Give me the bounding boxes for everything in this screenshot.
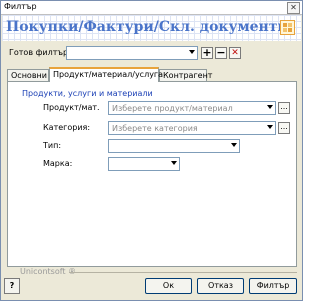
app-logo-icon [280,20,295,35]
brand-label: Марка: [43,159,73,168]
help-button[interactable]: ? [4,278,20,294]
chevron-down-icon [267,105,273,109]
cancel-button[interactable]: Отказ [197,278,244,294]
chevron-down-icon [189,50,195,54]
header-banner: Покупки/Фактури/Скл. документи [2,15,301,41]
tab-counterparty[interactable]: Контрагент [159,69,212,81]
product-select[interactable]: Изберете продукт/материал [108,101,276,115]
type-label: Тип: [43,141,62,150]
footer-divider [69,272,297,273]
category-select[interactable]: Изберете категория [108,121,276,135]
chevron-down-icon [231,143,237,147]
tab-basic[interactable]: Основни [7,69,49,81]
ready-filter-select[interactable] [66,46,198,60]
tab-strip: Основни Продукт/материал/услуга Контраге… [7,67,297,82]
remove-filter-button[interactable]: − [215,47,227,59]
brand-select[interactable] [108,157,180,171]
filter-button[interactable]: Филтър [249,278,297,294]
brand-text: Unicontsoft ® [20,267,77,276]
category-label: Категория: [43,123,91,132]
type-select[interactable] [108,139,240,153]
page-title: Покупки/Фактури/Скл. документи [6,19,288,35]
category-browse-button[interactable]: ... [278,122,290,134]
product-label: Продукт/мат. [43,103,100,112]
chevron-down-icon [267,125,273,129]
product-browse-button[interactable]: ... [278,102,290,114]
window-title: Филтър [4,2,37,11]
close-button[interactable]: ✕ [287,2,300,14]
clear-filter-button[interactable]: ✕ [229,47,241,59]
tab-panel: Продукти, услуги и материали Продукт/мат… [7,81,297,267]
ok-button[interactable]: Ок [145,278,192,294]
filter-dialog: Филтър ✕ Покупки/Фактури/Скл. документи … [0,0,303,301]
section-title: Продукти, услуги и материали [22,89,153,98]
chevron-down-icon [171,161,177,165]
tab-product-material-service[interactable]: Продукт/материал/услуга [49,67,163,82]
add-filter-button[interactable]: + [201,47,213,59]
title-bar: Филтър ✕ [1,1,302,15]
ready-filter-label: Готов филтър: [9,48,71,57]
